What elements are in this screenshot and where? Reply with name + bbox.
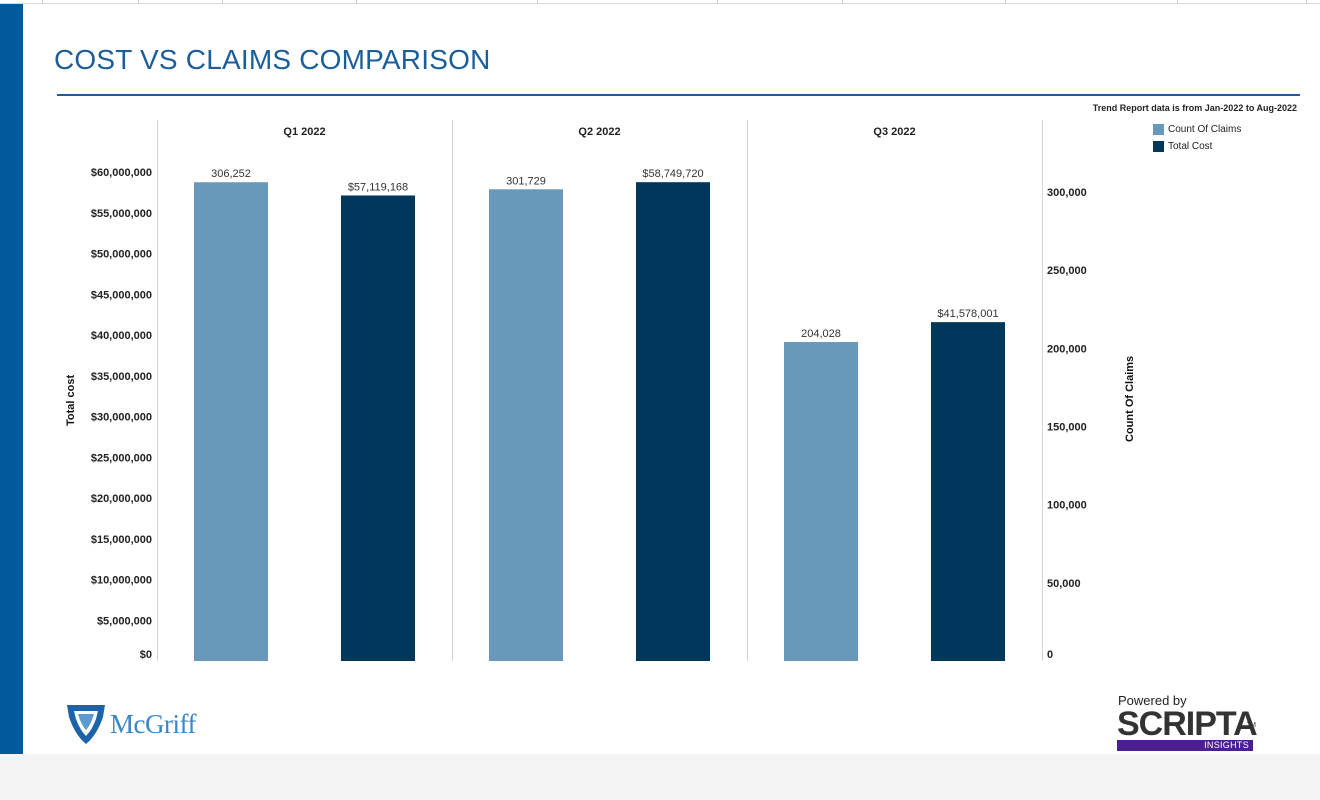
left-tick-label: $0	[140, 649, 152, 661]
right-tick-label: 200,000	[1047, 343, 1087, 355]
panel-title-1: Q1 2022	[283, 126, 325, 138]
left-tick-label: $30,000,000	[91, 412, 152, 424]
mcgriff-wordmark: McGriff	[110, 708, 196, 739]
scripta-logo: Powered by SCRIPTA TM INSIGHTS	[1117, 694, 1258, 751]
left-tick-label: $40,000,000	[91, 330, 152, 342]
data-labels: 306,252 $57,119,168 301,729 $58,749,720 204,…	[211, 168, 998, 340]
report-slide: COST VS CLAIMS COMPARISON Q1 2022 Q2 2022…	[0, 0, 1320, 754]
shield-icon	[67, 705, 105, 744]
panel-dividers: Q1 2022 Q2 2022 Q3 2022	[157, 120, 1043, 661]
right-tick-label: 50,000	[1047, 578, 1081, 590]
scripta-wordmark: SCRIPTA TM	[1117, 705, 1258, 743]
bar-count-of-claims	[194, 182, 268, 661]
data-label-total-cost: $58,749,720	[642, 168, 703, 180]
panel-title-2: Q2 2022	[578, 126, 620, 138]
right-tick-label: 150,000	[1047, 422, 1087, 434]
legend-swatch	[1153, 124, 1164, 135]
data-label-count-of-claims: 204,028	[801, 328, 841, 340]
data-label-total-cost: $57,119,168	[348, 181, 408, 193]
data-label-count-of-claims: 306,252	[211, 168, 251, 180]
left-axis-ticks: $0 $5,000,000 $10,000,000 $15,000,000 $20,00…	[91, 167, 152, 661]
left-tick-label: $5,000,000	[97, 615, 152, 627]
left-tick-label: $25,000,000	[91, 452, 152, 464]
report-date-note: Trend Report data is from Jan-2022 to Au…	[1092, 103, 1297, 113]
legend-label: Total Cost	[1168, 141, 1213, 152]
panel-title-3: Q3 2022	[873, 126, 915, 138]
left-tick-label: $15,000,000	[91, 534, 152, 546]
left-tick-label: $50,000,000	[91, 249, 152, 261]
chart-legend: Count Of Claims Total Cost	[1153, 121, 1241, 155]
right-tick-label: 0	[1047, 649, 1053, 661]
left-tick-label: $20,000,000	[91, 493, 152, 505]
bar-count-of-claims	[489, 189, 563, 661]
bar-count-of-claims	[784, 342, 858, 661]
left-tick-label: $35,000,000	[91, 371, 152, 383]
mcgriff-logo: McGriff	[66, 703, 196, 745]
y-axis-title-left: Total cost	[65, 375, 77, 426]
legend-swatch	[1153, 141, 1164, 152]
left-tick-label: $45,000,000	[91, 289, 152, 301]
trademark-mark: TM	[1246, 722, 1256, 729]
left-tick-label: $60,000,000	[91, 167, 152, 179]
right-tick-label: 100,000	[1047, 500, 1087, 512]
right-axis-ticks: 0 50,000 100,000 150,000 200,000 250,000 300,0…	[1047, 187, 1087, 661]
right-tick-label: 250,000	[1047, 265, 1087, 277]
bars	[194, 182, 1005, 662]
bar-total-cost	[341, 195, 415, 662]
scripta-name: SCRIPTA	[1117, 705, 1258, 743]
bar-total-cost	[636, 182, 710, 661]
data-label-count-of-claims: 301,729	[506, 175, 546, 187]
legend-label: Count Of Claims	[1168, 124, 1242, 135]
legend-item-count-of-claims: Count Of Claims	[1153, 121, 1241, 138]
legend-item-total-cost: Total Cost	[1153, 138, 1241, 155]
left-tick-label: $55,000,000	[91, 208, 152, 220]
right-tick-label: 300,000	[1047, 187, 1087, 199]
left-tick-label: $10,000,000	[91, 575, 152, 587]
data-label-total-cost: $41,578,001	[937, 308, 998, 320]
y-axis-title-right: Count Of Claims	[1124, 356, 1136, 442]
cost-claims-chart: Q1 2022 Q2 2022 Q3 2022 $0 $5,000,000 $10,00…	[65, 120, 1136, 662]
bar-total-cost	[931, 322, 1005, 661]
